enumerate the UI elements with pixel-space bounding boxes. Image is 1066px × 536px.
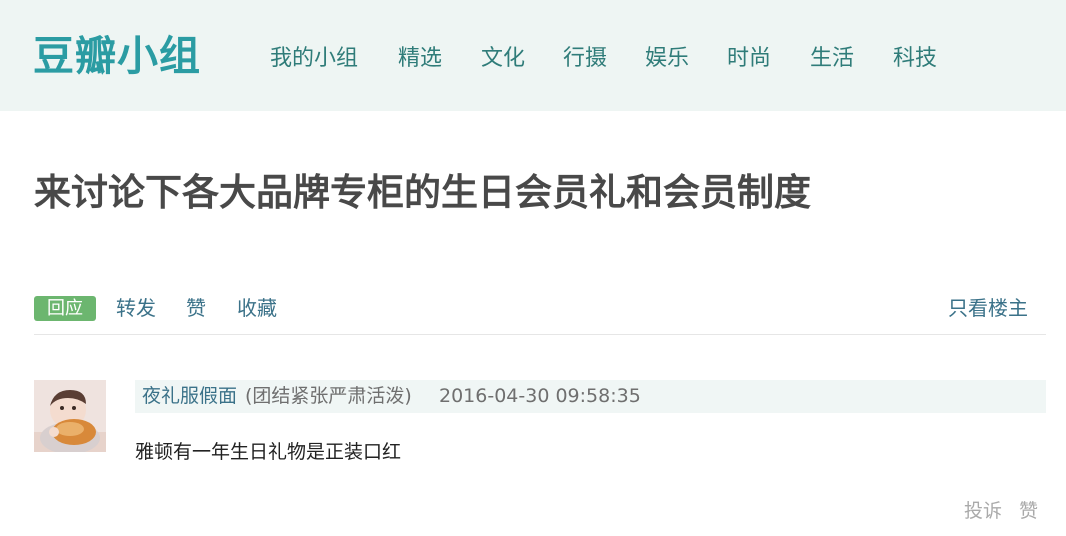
post-meta: 夜礼服假面 (团结紧张严肃活泼) 2016-04-30 09:58:35 [135, 380, 1046, 413]
forward-link[interactable]: 转发 [116, 294, 156, 323]
site-header: 豆瓣小组 我的小组 精选 文化 行摄 娱乐 时尚 生活 科技 [0, 0, 1066, 111]
reply-button[interactable]: 回应 [34, 296, 96, 321]
nav-item-fashion[interactable]: 时尚 [727, 44, 771, 74]
post-content: 雅顿有一年生日礼物是正装口红 [135, 441, 402, 463]
post-timestamp: 2016-04-30 09:58:35 [439, 385, 641, 407]
collect-link[interactable]: 收藏 [237, 294, 277, 323]
divider [34, 334, 1046, 335]
nav-item-entertainment[interactable]: 娱乐 [645, 44, 689, 74]
report-link[interactable]: 投诉 [964, 497, 1002, 525]
avatar-image [34, 380, 106, 452]
nav-item-featured[interactable]: 精选 [398, 44, 442, 74]
avatar[interactable] [34, 380, 106, 452]
nav-item-tech[interactable]: 科技 [893, 44, 937, 74]
nav-item-life[interactable]: 生活 [810, 44, 854, 74]
author-signature: (团结紧张严肃活泼) [245, 385, 412, 407]
site-logo[interactable]: 豆瓣小组 [33, 30, 201, 82]
author-link[interactable]: 夜礼服假面 [142, 380, 237, 413]
nav-item-my-groups[interactable]: 我的小组 [270, 44, 358, 74]
topic-action-bar: 回应 转发 赞 收藏 只看楼主 [34, 294, 1046, 324]
nav-item-travel[interactable]: 行摄 [563, 44, 607, 74]
like-link[interactable]: 赞 [186, 294, 206, 323]
post-like-link[interactable]: 赞 [1019, 497, 1038, 525]
only-op-link[interactable]: 只看楼主 [948, 294, 1028, 323]
nav-item-culture[interactable]: 文化 [481, 44, 525, 74]
topic-title: 来讨论下各大品牌专柜的生日会员礼和会员制度 [34, 171, 811, 214]
